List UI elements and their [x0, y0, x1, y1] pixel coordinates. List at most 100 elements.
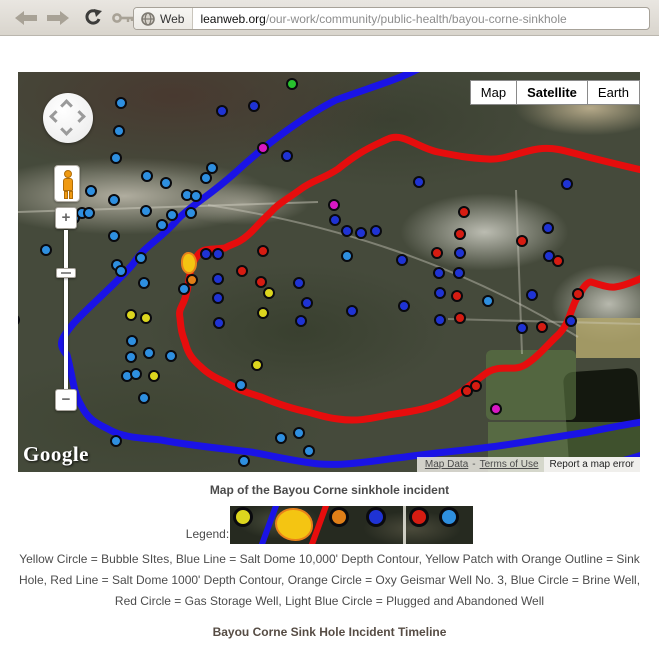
- map-marker-red[interactable]: [460, 208, 468, 216]
- report-map-error-button[interactable]: Report a map error: [544, 457, 640, 472]
- map-marker-lightblue[interactable]: [168, 211, 176, 219]
- map-marker-red[interactable]: [433, 249, 441, 257]
- map-marker-navy[interactable]: [343, 227, 351, 235]
- map-marker-navy[interactable]: [415, 178, 423, 186]
- map-marker-navy[interactable]: [435, 269, 443, 277]
- map-marker-lightblue[interactable]: [140, 279, 148, 287]
- map-marker-red[interactable]: [472, 382, 480, 390]
- map-marker-navy[interactable]: [567, 317, 575, 325]
- pan-control[interactable]: [43, 93, 93, 143]
- map-marker-navy[interactable]: [563, 180, 571, 188]
- map-marker-red[interactable]: [538, 323, 546, 331]
- zoom-out-button[interactable]: −: [55, 389, 77, 411]
- map-marker-yellow[interactable]: [259, 309, 267, 317]
- map-marker-lightblue[interactable]: [192, 192, 200, 200]
- map-marker-yellow[interactable]: [142, 314, 150, 322]
- map-marker-navy[interactable]: [214, 294, 222, 302]
- map-marker-lightblue[interactable]: [132, 370, 140, 378]
- map-type-satellite-button[interactable]: Satellite: [517, 80, 588, 105]
- map-marker-navy[interactable]: [357, 229, 365, 237]
- map-marker-red[interactable]: [463, 387, 471, 395]
- sinkhole-patch[interactable]: [181, 252, 197, 274]
- map-marker-navy[interactable]: [372, 227, 380, 235]
- map-marker-lightblue[interactable]: [237, 381, 245, 389]
- map-marker-lightblue[interactable]: [167, 352, 175, 360]
- map-marker-lightblue[interactable]: [128, 337, 136, 345]
- satellite-map[interactable]: + − Map Satellite Earth Google Map Data …: [18, 72, 640, 472]
- map-marker-navy[interactable]: [348, 307, 356, 315]
- map-marker-navy[interactable]: [436, 289, 444, 297]
- map-marker-lightblue[interactable]: [145, 349, 153, 357]
- map-marker-lightblue[interactable]: [115, 127, 123, 135]
- map-marker-green[interactable]: [288, 80, 296, 88]
- map-marker-navy[interactable]: [455, 269, 463, 277]
- back-arrow-icon[interactable]: [14, 10, 38, 26]
- pan-up-icon[interactable]: [60, 99, 73, 112]
- map-marker-red[interactable]: [518, 237, 526, 245]
- map-type-earth-button[interactable]: Earth: [588, 80, 640, 105]
- map-marker-red[interactable]: [259, 247, 267, 255]
- map-marker-lightblue[interactable]: [484, 297, 492, 305]
- map-marker-lightblue[interactable]: [180, 285, 188, 293]
- map-marker-red[interactable]: [238, 267, 246, 275]
- map-marker-yellow[interactable]: [150, 372, 158, 380]
- map-marker-lightblue[interactable]: [162, 179, 170, 187]
- forward-arrow-icon[interactable]: [46, 10, 70, 26]
- map-marker-red[interactable]: [257, 278, 265, 286]
- map-marker-lightblue[interactable]: [240, 457, 248, 465]
- map-marker-lightblue[interactable]: [187, 209, 195, 217]
- map-marker-navy[interactable]: [545, 252, 553, 260]
- street-view-pegman[interactable]: [54, 165, 80, 202]
- map-marker-magenta[interactable]: [330, 201, 338, 209]
- map-marker-lightblue[interactable]: [143, 172, 151, 180]
- pan-left-icon[interactable]: [49, 110, 62, 123]
- map-type-map-button[interactable]: Map: [470, 80, 517, 105]
- map-marker-lightblue[interactable]: [208, 164, 216, 172]
- map-marker-lightblue[interactable]: [117, 267, 125, 275]
- map-marker-lightblue[interactable]: [142, 207, 150, 215]
- map-marker-navy[interactable]: [303, 299, 311, 307]
- map-marker-red[interactable]: [574, 290, 582, 298]
- map-marker-lightblue[interactable]: [183, 191, 191, 199]
- map-marker-navy[interactable]: [202, 250, 210, 258]
- map-marker-lightblue[interactable]: [110, 196, 118, 204]
- map-marker-red[interactable]: [554, 257, 562, 265]
- map-marker-lightblue[interactable]: [87, 187, 95, 195]
- map-marker-magenta[interactable]: [259, 144, 267, 152]
- map-marker-lightblue[interactable]: [137, 254, 145, 262]
- map-marker-yellow[interactable]: [253, 361, 261, 369]
- map-marker-lightblue[interactable]: [112, 154, 120, 162]
- map-marker-red[interactable]: [456, 314, 464, 322]
- map-marker-navy[interactable]: [218, 107, 226, 115]
- zoom-slider-handle[interactable]: [56, 268, 76, 278]
- map-marker-lightblue[interactable]: [123, 372, 131, 380]
- map-data-link[interactable]: Map Data: [425, 459, 468, 470]
- map-marker-red[interactable]: [453, 292, 461, 300]
- map-marker-navy[interactable]: [436, 316, 444, 324]
- map-marker-navy[interactable]: [400, 302, 408, 310]
- zoom-in-button[interactable]: +: [55, 207, 77, 229]
- map-marker-lightblue[interactable]: [305, 447, 313, 455]
- map-marker-lightblue[interactable]: [343, 252, 351, 260]
- map-marker-lightblue[interactable]: [127, 353, 135, 361]
- map-marker-lightblue[interactable]: [202, 174, 210, 182]
- map-marker-navy[interactable]: [544, 224, 552, 232]
- map-marker-navy[interactable]: [295, 279, 303, 287]
- search-engine-box[interactable]: Web: [134, 8, 193, 29]
- map-marker-red[interactable]: [456, 230, 464, 238]
- url-text[interactable]: leanweb.org/our-work/community/public-he…: [193, 12, 566, 26]
- map-marker-lightblue[interactable]: [112, 437, 120, 445]
- map-marker-navy[interactable]: [214, 275, 222, 283]
- pan-right-icon[interactable]: [73, 110, 86, 123]
- map-marker-navy[interactable]: [297, 317, 305, 325]
- map-marker-lightblue[interactable]: [158, 221, 166, 229]
- map-marker-lightblue[interactable]: [42, 246, 50, 254]
- map-marker-lightblue[interactable]: [140, 394, 148, 402]
- map-marker-lightblue[interactable]: [295, 429, 303, 437]
- map-marker-navy[interactable]: [518, 324, 526, 332]
- map-marker-yellow[interactable]: [127, 311, 135, 319]
- map-marker-navy[interactable]: [283, 152, 291, 160]
- terms-of-use-link[interactable]: Terms of Use: [480, 459, 539, 470]
- map-marker-navy[interactable]: [528, 291, 536, 299]
- map-marker-navy[interactable]: [250, 102, 258, 110]
